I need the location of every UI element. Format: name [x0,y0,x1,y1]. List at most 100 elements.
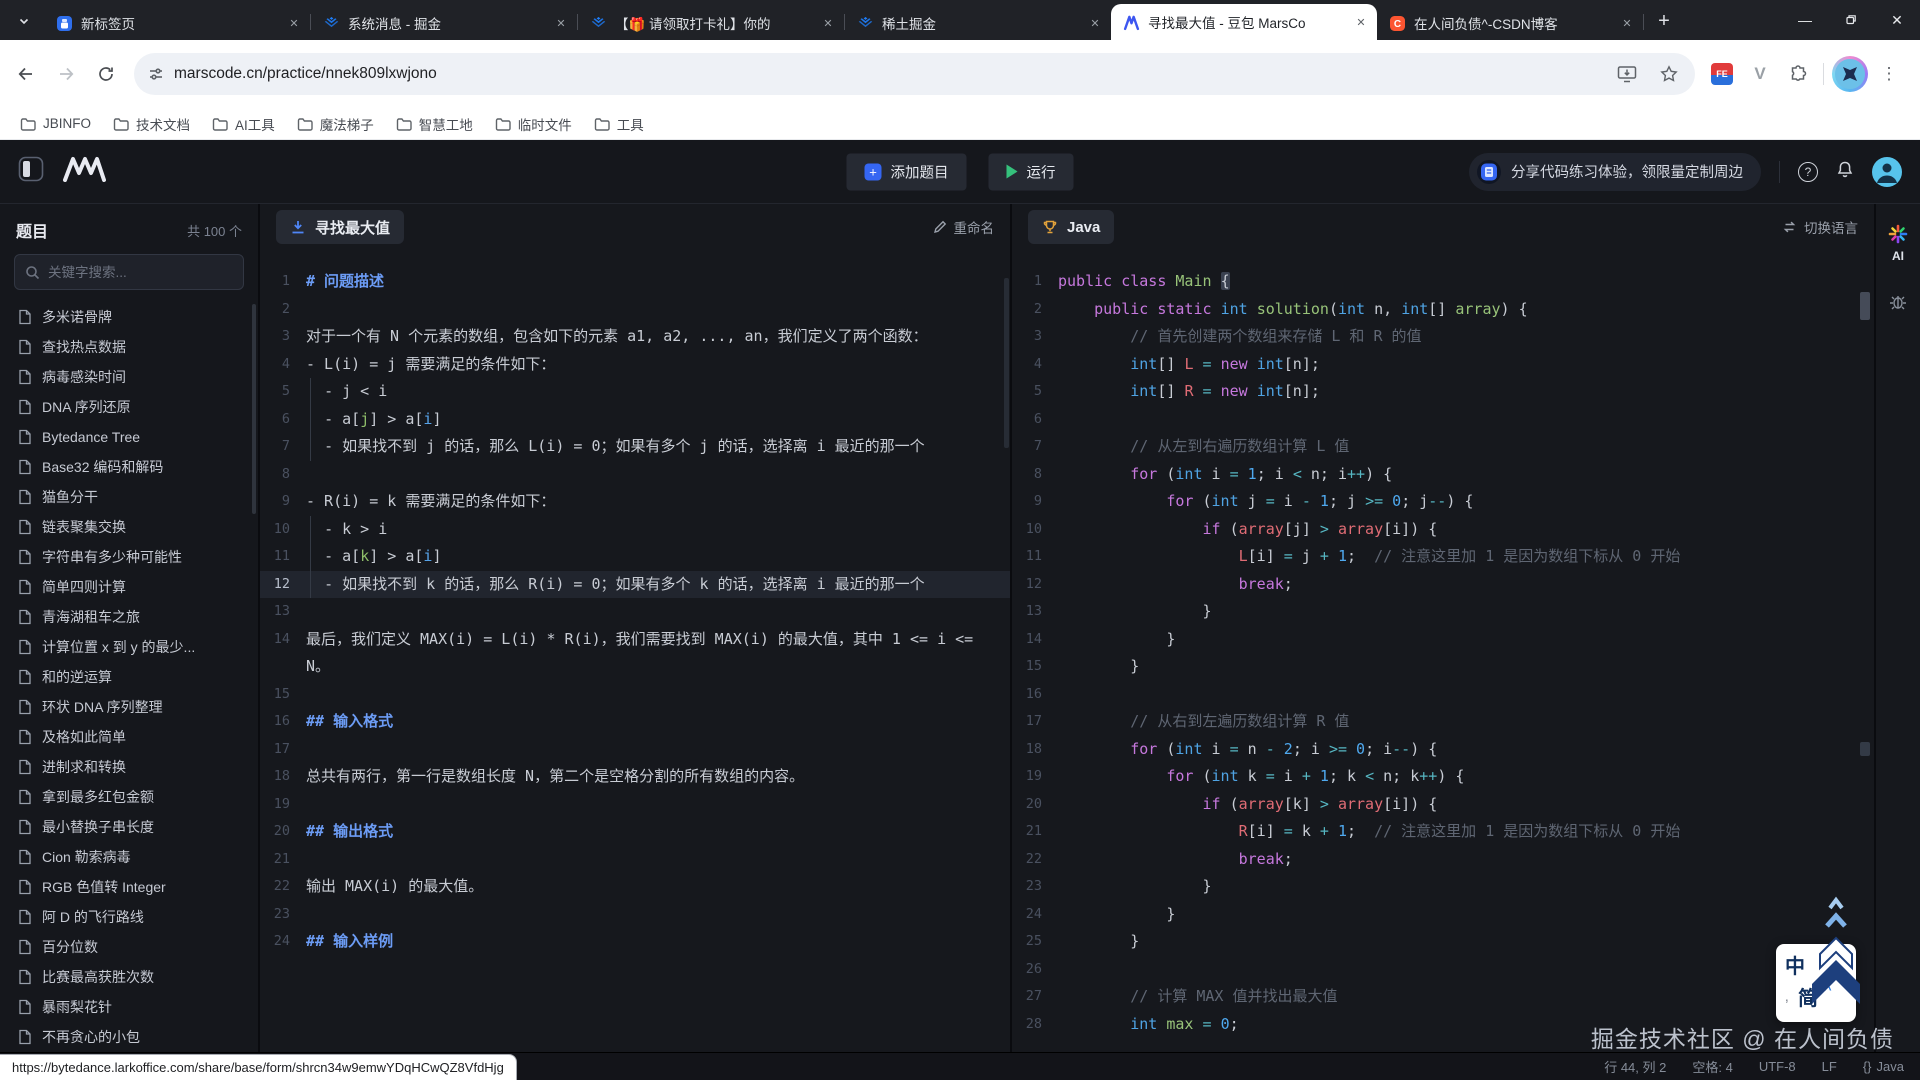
line-content [306,598,1010,626]
tab-close-icon[interactable]: ✕ [1619,15,1635,31]
status-encoding[interactable]: UTF-8 [1759,1059,1796,1074]
sidebar-item-14[interactable]: 及格如此简单 [0,722,258,752]
line-content: 最后，我们定义 MAX(i) = L(i) * R(i)，我们需要找到 MAX(… [306,626,1010,681]
sidebar-scrollbar[interactable] [252,304,256,514]
ai-sparkle-icon [1888,224,1908,244]
code-line-16: 16 [1012,681,1874,709]
sidebar-item-18[interactable]: Cion 勒索病毒 [0,842,258,872]
bookmark-folder-3[interactable]: 魔法梯子 [289,110,382,138]
new-tab-button[interactable]: + [1650,7,1678,35]
sidebar-item-20[interactable]: 阿 D 的飞行路线 [0,902,258,932]
search-box[interactable] [14,254,244,290]
bookmark-folder-4[interactable]: 智慧工地 [388,110,481,138]
profile-button[interactable] [1832,56,1868,92]
sidebar-item-2[interactable]: 病毒感染时间 [0,362,258,392]
sidebar-item-3[interactable]: DNA 序列还原 [0,392,258,422]
language-tab[interactable]: Java [1028,210,1114,244]
bookmark-folder-5[interactable]: 临时文件 [487,110,580,138]
tab-close-icon[interactable]: ✕ [286,15,302,31]
md-line-24: 24## 输入样例 [260,928,1010,956]
ai-assistant-button[interactable]: AI [1888,224,1908,263]
code-scrollbar[interactable] [1860,292,1870,320]
address-bar[interactable]: marscode.cn/practice/nnek809lxwjono [134,53,1695,95]
search-input[interactable] [48,265,218,280]
status-indent[interactable]: 空格: 4 [1692,1057,1732,1076]
sidebar-item-19[interactable]: RGB 色值转 Integer [0,872,258,902]
sidebar-item-0[interactable]: 多米诺骨牌 [0,302,258,332]
sidebar-item-11[interactable]: 计算位置 x 到 y 的最少... [0,632,258,662]
add-problem-button[interactable]: + 添加题目 [847,153,967,190]
sidebar-item-16[interactable]: 拿到最多红包金额 [0,782,258,812]
switch-language-button[interactable]: 切换语言 [1782,217,1858,237]
debug-feedback-button[interactable] [1889,293,1907,316]
sidebar-item-8[interactable]: 字符串有多少种可能性 [0,542,258,572]
browser-tab-4[interactable]: 寻找最大值 - 豆包 MarsCo✕ [1111,4,1377,40]
bookmark-folder-0[interactable]: JBINFO [12,112,99,135]
problem-scrollbar[interactable] [1004,278,1009,448]
sidebar-item-4[interactable]: Bytedance Tree [0,422,258,452]
browser-menu-button[interactable]: ⋮ [1872,57,1906,91]
bookmark-folder-1[interactable]: 技术文档 [105,110,198,138]
back-button[interactable] [8,56,44,92]
browser-tab-3[interactable]: 稀土掘金✕ [845,6,1111,40]
forward-button[interactable] [48,56,84,92]
tab-title: 系统消息 - 掘金 [348,13,545,33]
import-icon [290,219,306,235]
status-line-col[interactable]: 行 44, 列 2 [1604,1057,1666,1076]
sidebar-item-7[interactable]: 链表聚集交换 [0,512,258,542]
tab-close-icon[interactable]: ✕ [1087,15,1103,31]
sidebar-item-1[interactable]: 查找热点数据 [0,332,258,362]
minimize-button[interactable]: — [1782,0,1828,40]
browser-tab-5[interactable]: C在人间负债^-CSDN博客✕ [1377,6,1643,40]
status-language[interactable]: {} Java [1863,1059,1904,1074]
line-content: - 如果找不到 j 的话，那么 L(i) = 0；如果有多个 j 的话，选择离 … [306,433,1010,461]
sidebar-item-21[interactable]: 百分位数 [0,932,258,962]
line-content: for (int k = i + 1; k < n; k++) { [1058,763,1874,791]
tab-close-icon[interactable]: ✕ [553,15,569,31]
share-banner[interactable]: 分享代码练习体验，领限量定制周边 [1469,153,1761,191]
problem-title-tab[interactable]: 寻找最大值 [276,210,404,244]
extensions-button[interactable] [1781,57,1815,91]
sidebar-item-23[interactable]: 暴雨梨花针 [0,992,258,1022]
help-button[interactable]: ? [1798,162,1818,182]
browser-tab-2[interactable]: 【🎁 请领取打卡礼】你的✕ [578,6,844,40]
code-editor[interactable]: 1public class Main {2 public static int … [1012,250,1874,1052]
bookmark-folder-6[interactable]: 工具 [586,110,652,138]
close-button[interactable]: ✕ [1874,0,1920,40]
sidebar-toggle-button[interactable] [18,156,44,187]
tab-search-button[interactable] [10,7,38,35]
run-button[interactable]: 运行 [989,153,1074,190]
sidebar-item-6[interactable]: 猫鱼分干 [0,482,258,512]
reload-button[interactable] [88,56,124,92]
problem-markdown-editor[interactable]: 1# 问题描述23对于一个有 N 个元素的数组，包含如下的元素 a1, a2, … [260,250,1010,1052]
browser-tab-0[interactable]: 新标签页✕ [44,6,310,40]
sidebar-item-12[interactable]: 和的逆运算 [0,662,258,692]
sidebar-item-24[interactable]: 不再贪心的小包 [0,1022,258,1052]
bookmark-folder-2[interactable]: AI工具 [204,110,283,138]
status-eol[interactable]: LF [1822,1059,1837,1074]
browser-tab-1[interactable]: 系统消息 - 掘金 ✕ [311,6,577,40]
sidebar-item-9[interactable]: 简单四则计算 [0,572,258,602]
line-number: 6 [260,406,306,434]
v-extension-button[interactable]: V [1743,57,1777,91]
user-avatar[interactable] [1872,157,1902,187]
sidebar-item-22[interactable]: 比赛最高获胜次数 [0,962,258,992]
sidebar-item-10[interactable]: 青海湖租车之旅 [0,602,258,632]
line-number: 14 [1012,626,1058,654]
sidebar-item-13[interactable]: 环状 DNA 序列整理 [0,692,258,722]
install-app-button[interactable] [1611,58,1643,90]
rename-button[interactable]: 重命名 [933,217,995,237]
notifications-button[interactable] [1836,160,1854,184]
translate-widget[interactable]: 中 ‚ 简 ^ [1776,944,1856,1022]
fe-extension-button[interactable]: FE [1705,57,1739,91]
sidebar-item-17[interactable]: 最小替换子串长度 [0,812,258,842]
pencil-icon [933,220,947,234]
sidebar-item-15[interactable]: 进制求和转换 [0,752,258,782]
tab-close-icon[interactable]: ✕ [820,15,836,31]
line-content: // 从左到右遍历数组计算 L 值 [1058,433,1874,461]
tab-close-icon[interactable]: ✕ [1353,14,1369,30]
maximize-button[interactable] [1828,0,1874,40]
main-area: 题目 共 100 个 多米诺骨牌查找热点数据病毒感染时间DNA 序列还原Byte… [0,204,1920,1052]
sidebar-item-5[interactable]: Base32 编码和解码 [0,452,258,482]
bookmark-star-button[interactable] [1653,58,1685,90]
